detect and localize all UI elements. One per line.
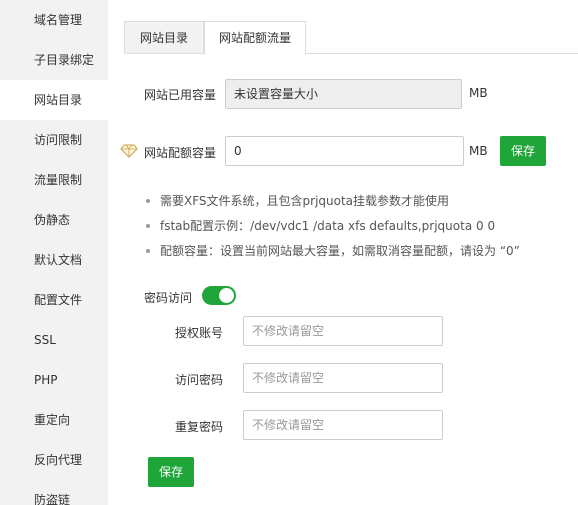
auth-account-label: 授权账号 xyxy=(175,326,224,340)
tab-site-directory[interactable]: 网站目录 xyxy=(124,21,204,54)
sidebar-item-php[interactable]: PHP xyxy=(0,360,108,400)
quota-capacity-unit: MB xyxy=(469,144,488,158)
sidebar-item-rewrite[interactable]: 伪静态 xyxy=(0,200,108,240)
sidebar-item-ssl[interactable]: SSL xyxy=(0,320,108,360)
note-item: 需要XFS文件系统，且包含prjquota挂载参数才能使用 xyxy=(144,193,578,218)
sidebar: 域名管理 子目录绑定 网站目录 访问限制 流量限制 伪静态 默认文档 配置文件 … xyxy=(0,0,108,505)
used-capacity-field: 未设置容量大小 xyxy=(225,79,462,109)
diamond-icon xyxy=(120,144,138,158)
tab-bar: 网站目录 网站配额流量 xyxy=(124,21,578,55)
access-password-input[interactable]: 不修改请留空 xyxy=(243,363,443,393)
quota-save-button[interactable]: 保存 xyxy=(500,136,546,166)
help-notes: 需要XFS文件系统，且包含prjquota挂载参数才能使用 fstab配置示例：… xyxy=(144,193,578,268)
repeat-password-input[interactable]: 不修改请留空 xyxy=(243,410,443,440)
tab-site-quota-traffic[interactable]: 网站配额流量 xyxy=(204,21,306,55)
quota-capacity-label: 网站配额容量 xyxy=(144,146,217,160)
repeat-password-label: 重复密码 xyxy=(175,420,224,434)
sidebar-item-subdir-binding[interactable]: 子目录绑定 xyxy=(0,40,108,80)
auth-save-button[interactable]: 保存 xyxy=(148,457,194,487)
auth-account-input[interactable]: 不修改请留空 xyxy=(243,316,443,346)
used-capacity-label: 网站已用容量 xyxy=(144,88,217,102)
main-panel: 网站目录 网站配额流量 网站已用容量 未设置容量大小 MB 网站配额容量 0 M… xyxy=(108,0,578,505)
password-access-toggle[interactable] xyxy=(202,286,236,305)
sidebar-item-access-limit[interactable]: 访问限制 xyxy=(0,120,108,160)
sidebar-item-traffic-limit[interactable]: 流量限制 xyxy=(0,160,108,200)
sidebar-item-default-doc[interactable]: 默认文档 xyxy=(0,240,108,280)
sidebar-item-reverse-proxy[interactable]: 反向代理 xyxy=(0,440,108,480)
sidebar-item-hotlink[interactable]: 防盗链 xyxy=(0,480,108,505)
quota-capacity-input[interactable]: 0 xyxy=(225,136,464,166)
sidebar-item-redirect[interactable]: 重定向 xyxy=(0,400,108,440)
used-capacity-unit: MB xyxy=(469,86,488,100)
note-item: 配额容量：设置当前网站最大容量，如需取消容量配额，请设为 “0” xyxy=(144,243,578,268)
sidebar-item-domain[interactable]: 域名管理 xyxy=(0,0,108,40)
toggle-knob xyxy=(219,288,234,303)
password-access-label: 密码访问 xyxy=(144,291,193,305)
sidebar-item-site-directory[interactable]: 网站目录 xyxy=(0,80,108,120)
access-password-label: 访问密码 xyxy=(175,373,224,387)
note-item: fstab配置示例：/dev/vdc1 /data xfs defaults,p… xyxy=(144,218,578,243)
sidebar-item-config-file[interactable]: 配置文件 xyxy=(0,280,108,320)
